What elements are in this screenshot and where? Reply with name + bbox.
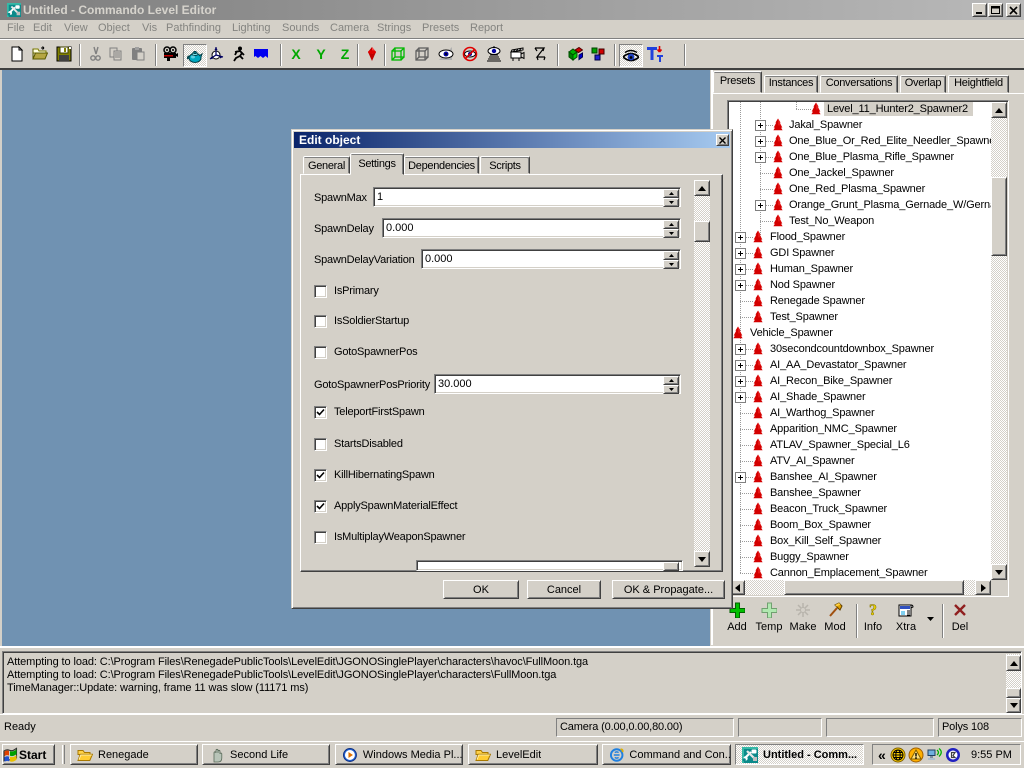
- svg-text:?: ?: [869, 602, 877, 618]
- svg-text:Z: Z: [341, 46, 350, 62]
- svg-text:Y: Y: [316, 46, 326, 62]
- svg-text:X: X: [291, 46, 301, 62]
